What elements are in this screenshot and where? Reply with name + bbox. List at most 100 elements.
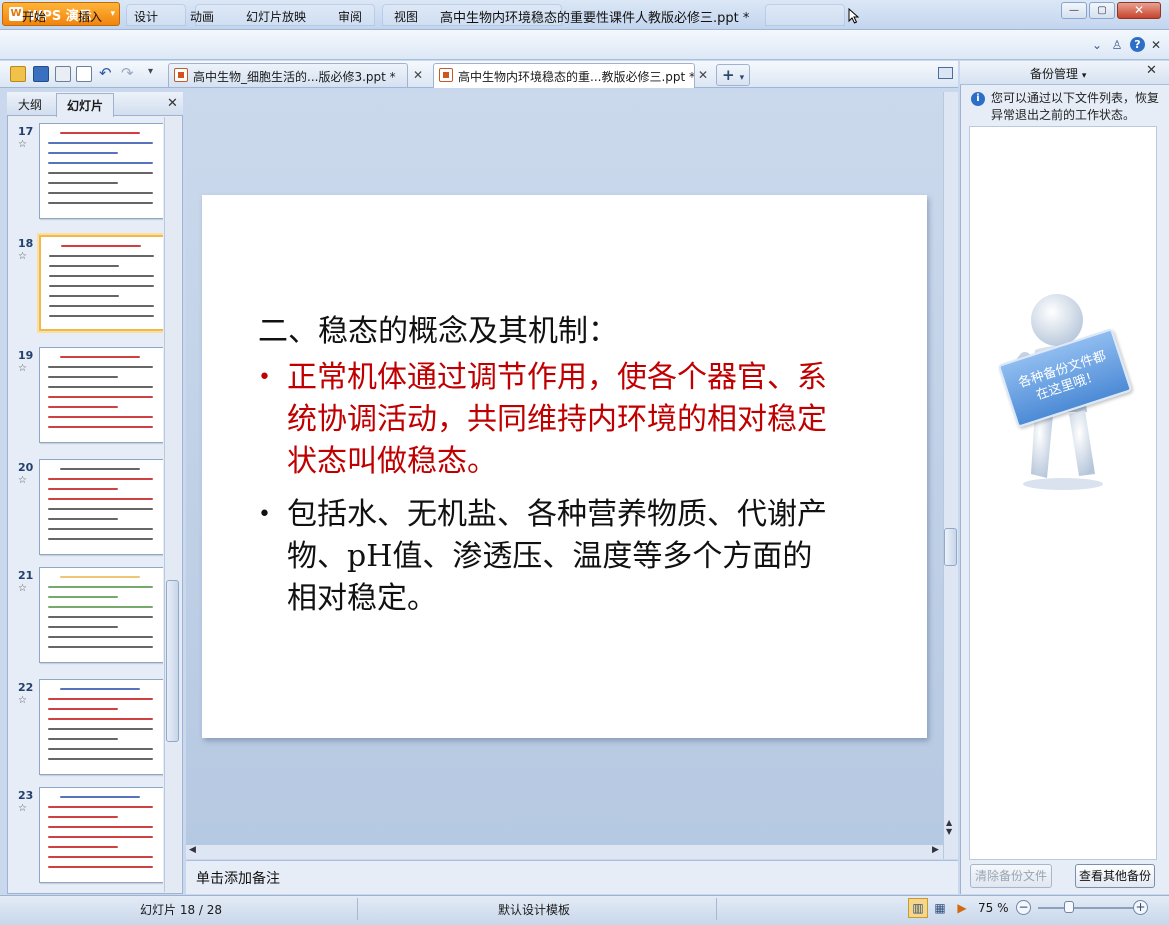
thumbnail-text-line [48, 406, 118, 408]
scroll-arrows-icon[interactable]: ▲ ▼ [946, 818, 952, 836]
slideshow-icon[interactable]: ▶ [952, 898, 972, 918]
zoom-out-button[interactable]: − [1016, 900, 1031, 915]
tab-slides[interactable]: 幻灯片 [56, 93, 114, 117]
ppt-file-icon [174, 68, 188, 82]
thumbnail-text-line [48, 518, 118, 520]
status-divider [716, 898, 717, 920]
thumbnail-text-line [48, 708, 118, 710]
slide-title[interactable]: 二、稳态的概念及其机制： [258, 306, 618, 350]
thumbnail-text-line [48, 718, 153, 720]
animation-star-icon: ☆ [18, 363, 27, 374]
editor-horizontal-scrollbar[interactable] [186, 844, 943, 859]
animation-star-icon: ☆ [18, 803, 27, 814]
skin-shirt-icon[interactable]: ♙ [1109, 37, 1125, 53]
save-icon[interactable] [33, 66, 49, 82]
window-title: 高中生物内环境稳态的重要性课件人教版必修三.ppt * [440, 11, 750, 26]
thumbnail-text-line [48, 606, 153, 608]
design-template[interactable]: 默认设计模板 [498, 901, 570, 918]
scrollbar-thumb[interactable] [166, 580, 179, 742]
wps-app-menu-button[interactable]: W WPS 演示 ▾ [2, 2, 120, 26]
backup-file-list[interactable] [969, 126, 1157, 860]
scroll-left-icon[interactable]: ◀ [189, 845, 196, 855]
chevron-down-icon[interactable]: ⌄ [1089, 37, 1105, 53]
thumbnail-text-line [60, 576, 140, 578]
doc-tab-1[interactable]: 高中生物_细胞生活的...版必修3.ppt * [168, 63, 408, 87]
thumbnail-text-line [48, 626, 118, 628]
slide-thumbnail[interactable] [39, 567, 163, 663]
print-icon[interactable] [55, 66, 71, 82]
doc-tab-label: 高中生物内环境稳态的重...教版必修三.ppt * [458, 70, 695, 84]
thumbnail-text-line [49, 285, 154, 287]
menu-animation[interactable]: 动画 [190, 8, 214, 25]
undo-icon[interactable]: ↶ [99, 64, 112, 82]
chevron-down-icon: ▾ [110, 9, 115, 19]
open-folder-icon[interactable] [10, 66, 26, 82]
zoom-slider[interactable] [1038, 907, 1134, 909]
thumbnail-text-line [48, 596, 118, 598]
new-tab-button[interactable]: + ▾ [716, 64, 750, 86]
clear-backup-button[interactable]: 清除备份文件 [970, 864, 1052, 888]
thumbnail-scrollbar[interactable] [164, 117, 181, 892]
slide-thumbnail[interactable] [39, 787, 163, 883]
menu-view[interactable]: 视图 [394, 8, 418, 25]
thumbnail-text-line [60, 796, 140, 798]
thumbnail-text-line [48, 426, 153, 428]
close-panel-icon[interactable]: ✕ [167, 96, 178, 111]
thumbnail-text-line [48, 538, 153, 540]
tab-outline[interactable]: 大纲 [18, 96, 42, 113]
view-other-backup-button[interactable]: 查看其他备份 [1075, 864, 1155, 888]
notes-placeholder[interactable]: 单击添加备注 [196, 868, 280, 888]
thumbnail-text-line [49, 295, 119, 297]
editor-vertical-scrollbar[interactable] [943, 92, 958, 859]
maximize-button[interactable]: ▢ [1089, 2, 1115, 19]
zoom-level[interactable]: 75 % [978, 901, 1009, 915]
slide-thumbnail[interactable] [39, 679, 163, 775]
normal-view-icon[interactable]: ▥ [908, 898, 928, 918]
help-icon[interactable]: ? [1130, 37, 1145, 52]
toolbar-dropdown-icon[interactable]: ▾ [148, 66, 153, 77]
slide-thumbnail[interactable] [39, 459, 163, 555]
thumbnail-text-line [49, 265, 119, 267]
close-window-button[interactable]: ✕ [1117, 2, 1161, 19]
minimize-button[interactable]: — [1061, 2, 1087, 19]
zoom-in-button[interactable]: + [1133, 900, 1148, 915]
thumbnail-number: 17 [18, 125, 34, 138]
menu-slideshow[interactable]: 幻灯片放映 [246, 8, 306, 25]
ppt-file-icon [439, 68, 453, 82]
bullet-dot: • [258, 365, 271, 390]
print-preview-icon[interactable] [76, 66, 92, 82]
thumbnail-text-line [48, 738, 118, 740]
thumbnail-text-line [48, 528, 153, 530]
menu-design[interactable]: 设计 [134, 8, 158, 25]
zoom-slider-handle[interactable] [1064, 901, 1074, 913]
animation-star-icon: ☆ [18, 139, 27, 150]
menu-home[interactable]: 开始 [22, 8, 46, 25]
thumbnail-text-line [48, 202, 153, 204]
window-layout-icon[interactable] [938, 67, 953, 79]
close-tab-icon[interactable]: ✕ [698, 68, 708, 82]
scrollbar-thumb[interactable] [944, 528, 957, 566]
close-icon[interactable]: ✕ [1146, 63, 1157, 78]
backup-panel-title-label: 备份管理 [1030, 67, 1079, 81]
background-window-tab [765, 4, 845, 26]
doc-tab-2[interactable]: 高中生物内环境稳态的重...教版必修三.ppt * [433, 63, 695, 88]
close-icon[interactable]: ✕ [1148, 37, 1164, 53]
slide-counter: 幻灯片 18 / 28 [140, 903, 223, 917]
menu-review[interactable]: 审阅 [338, 8, 362, 25]
redo-icon[interactable]: ↷ [121, 64, 134, 82]
menu-insert[interactable]: 插入 [78, 8, 102, 25]
menu-bar [0, 30, 1169, 60]
notes-pane[interactable] [186, 860, 958, 894]
thumbnail-text-line [48, 636, 153, 638]
backup-panel-title[interactable]: 备份管理 ▾ [1030, 65, 1086, 82]
slide-sorter-icon[interactable]: ▦ [930, 898, 950, 918]
slide-thumbnail[interactable] [39, 347, 163, 443]
slide-thumbnail[interactable] [39, 123, 163, 219]
close-tab-icon[interactable]: ✕ [413, 68, 423, 82]
thumbnail-text-line [48, 826, 153, 828]
thumbnail-list: 17 ☆ 18 ☆ 19 ☆ 20 ☆ 21 ☆ 22 ☆ 23 ☆ [8, 117, 163, 892]
slide-thumbnail[interactable] [37, 233, 163, 333]
bullet-text: 包括水、无机盐、各种营养物质、代谢产物、pH值、渗透压、温度等多个方面的相对稳定… [287, 497, 827, 616]
thumbnail-text-line [60, 468, 140, 470]
scroll-right-icon[interactable]: ▶ [932, 845, 939, 855]
